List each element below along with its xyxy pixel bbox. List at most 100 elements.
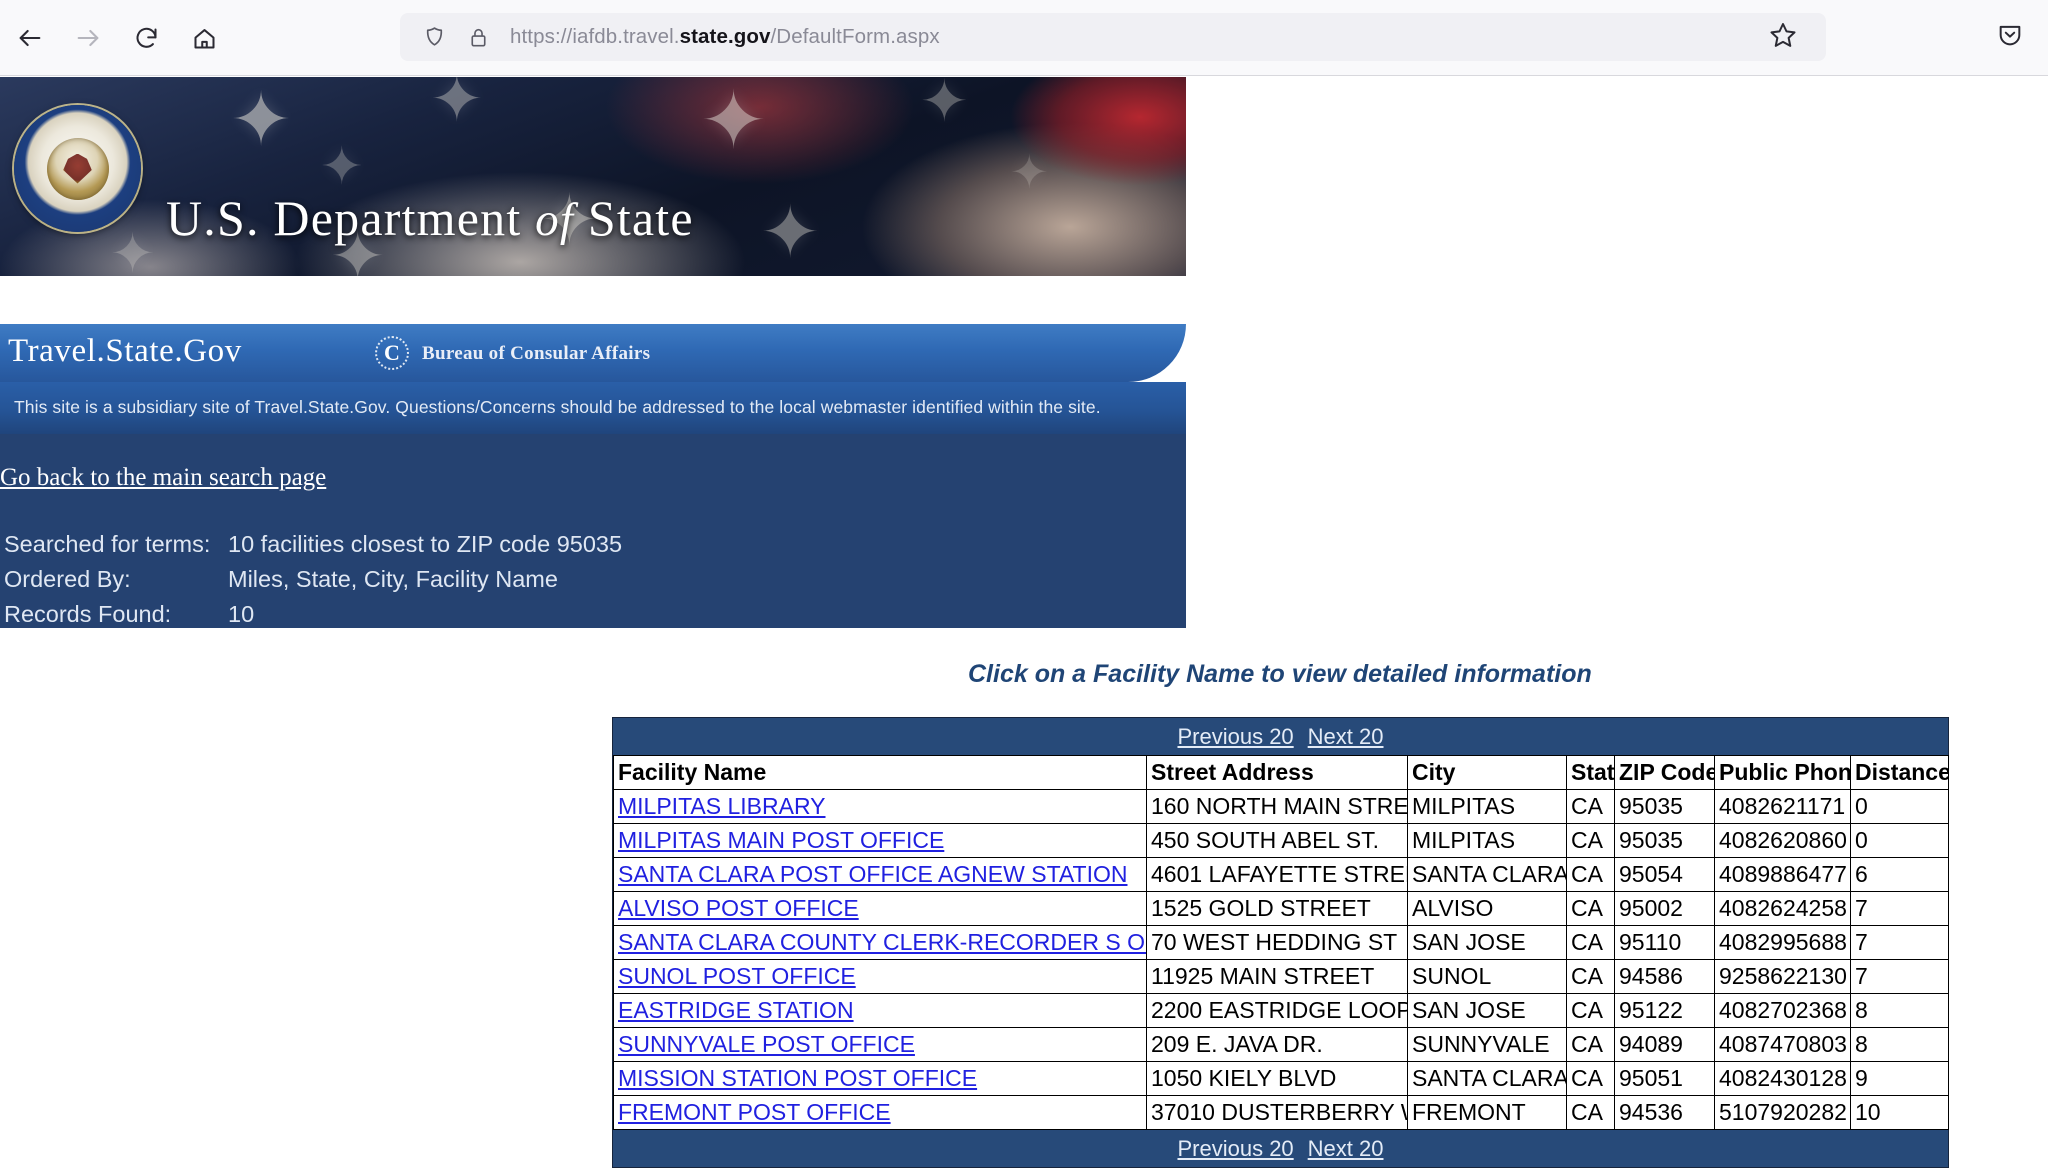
cell-distance: 0 — [1850, 823, 1949, 858]
next-20-link-top[interactable]: Next 20 — [1308, 724, 1384, 750]
cell-public-phone: 4082624258 — [1714, 891, 1851, 926]
column-header-state[interactable]: State — [1566, 755, 1615, 790]
cell-zip-code: 94089 — [1614, 1027, 1715, 1062]
forward-button[interactable] — [64, 14, 112, 62]
cell-public-phone: 4082702368 — [1714, 993, 1851, 1028]
back-button[interactable] — [6, 14, 54, 62]
cell-city: MILPITAS — [1407, 823, 1567, 858]
reload-button[interactable] — [122, 14, 170, 62]
bureau-of-consular-affairs-label: Bureau of Consular Affairs — [422, 343, 651, 364]
summary-row-terms: Searched for terms: 10 facilities closes… — [4, 527, 622, 562]
consular-affairs-seal-icon: C — [375, 336, 409, 370]
travel-state-gov-wordmark[interactable]: Travel.State.Gov — [8, 333, 242, 370]
cell-state: CA — [1566, 1061, 1615, 1096]
cell-street-address: 70 WEST HEDDING ST — [1146, 925, 1408, 960]
pager-bar-top: Previous 20 Next 20 — [613, 718, 1948, 755]
column-header-distance[interactable]: Distance — [1850, 755, 1949, 790]
main-search-page-link[interactable]: Go back to the main search page — [0, 464, 326, 492]
table-row: SUNNYVALE POST OFFICE 209 E. JAVA DR. SUNN… — [613, 1027, 1949, 1062]
table-row: MILPITAS LIBRARY 160 NORTH MAIN STREETMIL… — [613, 789, 1949, 824]
cell-city: SAN JOSE — [1407, 925, 1567, 960]
search-summary-panel: Go back to the main search page Searched… — [0, 434, 1186, 628]
cell-facility-name: ALVISO POST OFFICE — [613, 891, 1147, 926]
travel-state-gov-bar: Travel.State.Gov C Bureau of Consular Af… — [0, 324, 1186, 382]
cell-zip-code: 95122 — [1614, 993, 1715, 1028]
banner-wordmark-department: Department — [273, 190, 522, 246]
url-prefix: https://iafdb.travel. — [510, 25, 680, 48]
facility-name-link[interactable]: FREMONT POST OFFICE — [618, 1099, 891, 1125]
facility-name-link[interactable]: EASTRIDGE STATION — [618, 997, 854, 1023]
previous-20-link-bottom[interactable]: Previous 20 — [1177, 1136, 1293, 1162]
cell-zip-code: 95051 — [1614, 1061, 1715, 1096]
banner-wordmark-state: State — [587, 190, 694, 246]
cell-street-address: 1050 KIELY BLVD — [1146, 1061, 1408, 1096]
shield-icon[interactable] — [422, 25, 447, 50]
table-row: MILPITAS MAIN POST OFFICE 450 SOUTH ABEL … — [613, 823, 1949, 858]
cell-facility-name: FREMONT POST OFFICE — [613, 1095, 1147, 1130]
search-summary: Searched for terms: 10 facilities closes… — [4, 527, 622, 632]
cell-distance: 7 — [1850, 959, 1949, 994]
lock-icon[interactable] — [467, 26, 490, 49]
column-header-street-address[interactable]: Street Address — [1146, 755, 1408, 790]
summary-value-ordered-by: Miles, State, City, Facility Name — [228, 566, 558, 592]
column-header-public-phone[interactable]: Public Phone — [1714, 755, 1851, 790]
back-arrow-icon — [16, 24, 44, 52]
subsidiary-notice-bar: This site is a subsidiary site of Travel… — [0, 382, 1186, 434]
facility-name-link[interactable]: MILPITAS LIBRARY — [618, 793, 826, 819]
facility-name-link[interactable]: ALVISO POST OFFICE — [618, 895, 859, 921]
cell-city: MILPITAS — [1407, 789, 1567, 824]
banner-wordmark: U.S. Department of State — [166, 189, 694, 247]
star-icon — [1768, 20, 1798, 55]
click-instruction-text: Click on a Facility Name to view detaile… — [968, 660, 1592, 688]
facility-name-link[interactable]: MILPITAS MAIN POST OFFICE — [618, 827, 944, 853]
address-bar[interactable]: https://iafdb.travel.state.gov/DefaultFo… — [400, 13, 1820, 61]
cell-zip-code: 94586 — [1614, 959, 1715, 994]
next-20-link-bottom[interactable]: Next 20 — [1308, 1136, 1384, 1162]
table-row: ALVISO POST OFFICE 1525 GOLD STREET ALVISO… — [613, 891, 1949, 926]
results-table-container: Previous 20 Next 20 Facility Name Street… — [612, 717, 1949, 1168]
facility-name-link[interactable]: SANTA CLARA COUNTY CLERK-RECORDER S OFFI… — [618, 929, 1146, 955]
column-header-city[interactable]: City — [1407, 755, 1567, 790]
cell-facility-name: EASTRIDGE STATION — [613, 993, 1147, 1028]
cell-distance: 10 — [1850, 1095, 1949, 1130]
facility-name-link[interactable]: SUNOL POST OFFICE — [618, 963, 856, 989]
cell-city: SUNOL — [1407, 959, 1567, 994]
table-row: SUNOL POST OFFICE 11925 MAIN STREET SUNOL C… — [613, 959, 1949, 994]
cell-public-phone: 4089886477 — [1714, 857, 1851, 892]
cell-zip-code: 95035 — [1614, 789, 1715, 824]
cell-distance: 8 — [1850, 1027, 1949, 1062]
cell-city: ALVISO — [1407, 891, 1567, 926]
site-banner: ✦ ✦ ✦ ✦ ✦ ✦ ✦ ✦ ✦ ✦ U.S. Department of S… — [0, 77, 1186, 276]
home-button[interactable] — [180, 14, 228, 62]
cell-zip-code: 95054 — [1614, 857, 1715, 892]
url-host: state.gov — [679, 25, 771, 48]
table-row: FREMONT POST OFFICE 37010 DUSTERBERRY WAY… — [613, 1095, 1949, 1130]
column-header-zip-code[interactable]: ZIP Code — [1614, 755, 1715, 790]
bookmark-button[interactable] — [1740, 13, 1826, 61]
facility-name-link[interactable]: MISSION STATION POST OFFICE — [618, 1065, 977, 1091]
cell-street-address: 37010 DUSTERBERRY WAY — [1146, 1095, 1408, 1130]
cell-state: CA — [1566, 925, 1615, 960]
page-content: ✦ ✦ ✦ ✦ ✦ ✦ ✦ ✦ ✦ ✦ U.S. Department of S… — [0, 77, 2048, 1168]
home-icon — [191, 25, 218, 52]
cell-zip-code: 95035 — [1614, 823, 1715, 858]
column-header-facility-name[interactable]: Facility Name — [613, 755, 1147, 790]
cell-facility-name: MILPITAS LIBRARY — [613, 789, 1147, 824]
cell-street-address: 1525 GOLD STREET — [1146, 891, 1408, 926]
cell-zip-code: 95110 — [1614, 925, 1715, 960]
pocket-save-icon — [1996, 21, 2024, 54]
cell-public-phone: 4082995688 — [1714, 925, 1851, 960]
cell-street-address: 4601 LAFAYETTE STREET — [1146, 857, 1408, 892]
table-row: MISSION STATION POST OFFICE 1050 KIELY BL… — [613, 1061, 1949, 1096]
summary-label-ordered-by: Ordered By: — [4, 566, 131, 592]
facility-name-link[interactable]: SUNNYVALE POST OFFICE — [618, 1031, 915, 1057]
facility-name-link[interactable]: SANTA CLARA POST OFFICE AGNEW STATION — [618, 861, 1128, 887]
pocket-save-button[interactable] — [1986, 13, 2034, 61]
cell-distance: 9 — [1850, 1061, 1949, 1096]
cell-street-address: 11925 MAIN STREET — [1146, 959, 1408, 994]
previous-20-link-top[interactable]: Previous 20 — [1177, 724, 1293, 750]
cell-public-phone: 4082621171 — [1714, 789, 1851, 824]
cell-facility-name: SUNNYVALE POST OFFICE — [613, 1027, 1147, 1062]
subsidiary-notice-text: This site is a subsidiary site of Travel… — [14, 397, 1101, 417]
browser-toolbar: https://iafdb.travel.state.gov/DefaultFo… — [0, 0, 2048, 76]
